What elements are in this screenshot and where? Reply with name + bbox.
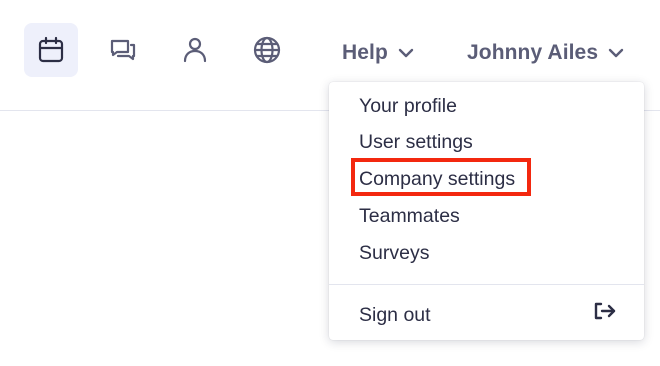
globe-nav-button[interactable] — [240, 23, 294, 77]
chat-icon — [110, 39, 136, 61]
menu-item-sign-out[interactable]: Sign out — [359, 300, 431, 330]
help-menu[interactable]: Help — [342, 36, 414, 70]
conversations-nav-button[interactable] — [96, 23, 150, 77]
user-menu[interactable]: Johnny Ailes — [467, 36, 624, 70]
menu-item-user-settings[interactable]: User settings — [359, 127, 473, 157]
menu-item-teammates[interactable]: Teammates — [359, 201, 460, 231]
menu-item-your-profile[interactable]: Your profile — [359, 91, 457, 121]
sign-out-icon[interactable] — [593, 301, 617, 321]
chevron-down-icon — [398, 48, 414, 58]
menu-item-company-settings[interactable]: Company settings — [359, 164, 515, 194]
chevron-down-icon — [608, 48, 624, 58]
calendar-nav-button[interactable] — [24, 23, 78, 77]
user-menu-label: Johnny Ailes — [467, 41, 599, 64]
globe-icon — [253, 36, 281, 64]
help-menu-label: Help — [342, 41, 388, 64]
menu-divider — [329, 284, 644, 285]
contacts-nav-button[interactable] — [168, 23, 222, 77]
menu-item-surveys[interactable]: Surveys — [359, 238, 429, 268]
user-icon — [183, 37, 207, 63]
user-dropdown-menu: Your profile User settings Company setti… — [329, 82, 644, 340]
calendar-icon — [38, 36, 64, 63]
